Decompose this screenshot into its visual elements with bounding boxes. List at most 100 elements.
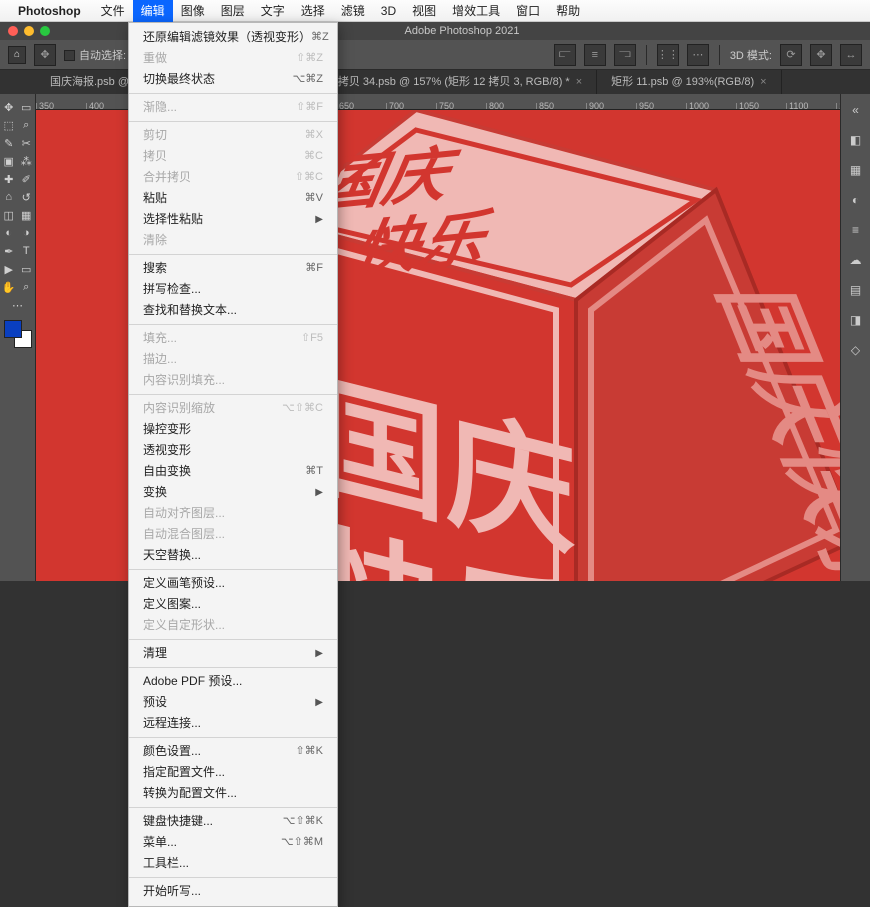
eraser-tool-icon[interactable]: ◫ <box>0 206 18 224</box>
menu-type[interactable]: 文字 <box>253 0 293 22</box>
adjustments-panel-icon[interactable]: ◐ <box>846 190 866 210</box>
menu-plugins[interactable]: 增效工具 <box>444 0 508 22</box>
menu-filter[interactable]: 滤镜 <box>333 0 373 22</box>
app-name[interactable]: Photoshop <box>18 4 81 18</box>
swatches-panel-icon[interactable]: ▦ <box>846 160 866 180</box>
menu-item-label: 工具栏... <box>143 855 189 872</box>
expand-panels-icon[interactable]: « <box>846 100 866 120</box>
menu-item[interactable]: 查找和替换文本... <box>129 300 337 321</box>
menu-item[interactable]: 透视变形 <box>129 440 337 461</box>
color-panel-icon[interactable]: ◧ <box>846 130 866 150</box>
properties-panel-icon[interactable]: ≡ <box>846 220 866 240</box>
menu-item[interactable]: Adobe PDF 预设... <box>129 671 337 692</box>
zoom-tool-icon[interactable]: ⌕ <box>18 278 36 296</box>
more-align-icon[interactable]: ⋯ <box>687 44 709 66</box>
align-right-icon[interactable]: ⫎ <box>614 44 636 66</box>
move-tool-preset-icon[interactable]: ✥ <box>34 44 56 66</box>
layers-panel-icon[interactable]: ▤ <box>846 280 866 300</box>
type-tool-icon[interactable]: T <box>18 242 36 260</box>
menu-item[interactable]: 键盘快捷键...⌥⇧⌘K <box>129 811 337 832</box>
dodge-tool-icon[interactable]: ◑ <box>18 224 36 242</box>
menu-select[interactable]: 选择 <box>293 0 333 22</box>
crop-tool-icon[interactable]: ✂ <box>18 134 36 152</box>
menu-item[interactable]: 定义图案... <box>129 594 337 615</box>
menu-item-label: 自动对齐图层... <box>143 505 225 522</box>
menu-item[interactable]: 操控变形 <box>129 419 337 440</box>
move-tool-icon[interactable]: ✥ <box>0 98 18 116</box>
menu-item[interactable]: 菜单...⌥⇧⌘M <box>129 832 337 853</box>
menu-item[interactable]: 指定配置文件... <box>129 762 337 783</box>
menu-item[interactable]: 预设▶ <box>129 692 337 713</box>
menu-image[interactable]: 图像 <box>173 0 213 22</box>
slide-3d-icon[interactable]: ↔ <box>840 44 862 66</box>
healing-tool-icon[interactable]: ✚ <box>0 170 18 188</box>
menu-item-label: 内容识别缩放 <box>143 400 215 417</box>
menu-item[interactable]: 开始听写... <box>129 881 337 902</box>
frame-tool-icon[interactable]: ▣ <box>0 152 18 170</box>
orbit-3d-icon[interactable]: ⟳ <box>780 44 802 66</box>
channels-panel-icon[interactable]: ◨ <box>846 310 866 330</box>
menu-item[interactable]: 自由变换⌘T <box>129 461 337 482</box>
menu-separator <box>129 569 337 570</box>
distribute-icon[interactable]: ⋮⋮ <box>657 44 679 66</box>
menu-item-label: 内容识别填充... <box>143 372 225 389</box>
menu-item[interactable]: 切换最终状态⌥⌘Z <box>129 69 337 90</box>
menu-edit[interactable]: 编辑 <box>133 0 173 22</box>
zoom-window-icon[interactable] <box>40 26 50 36</box>
menu-window[interactable]: 窗口 <box>508 0 548 22</box>
menu-item[interactable]: 天空替换... <box>129 545 337 566</box>
mode-3d-label: 3D 模式: <box>730 47 772 63</box>
menu-item[interactable]: 远程连接... <box>129 713 337 734</box>
menu-layer[interactable]: 图层 <box>213 0 253 22</box>
menu-item[interactable]: 选择性粘贴▶ <box>129 209 337 230</box>
stamp-tool-icon[interactable]: ⌂ <box>0 188 18 206</box>
menu-item[interactable]: 定义画笔预设... <box>129 573 337 594</box>
home-icon[interactable]: ⌂ <box>8 46 26 64</box>
close-tab-icon[interactable]: × <box>760 76 766 88</box>
menu-file[interactable]: 文件 <box>93 0 133 22</box>
auto-select-checkbox[interactable]: 自动选择: <box>64 47 126 63</box>
minimize-window-icon[interactable] <box>24 26 34 36</box>
shape-tool-icon[interactable]: ▭ <box>18 260 36 278</box>
blur-tool-icon[interactable]: ◐ <box>0 224 18 242</box>
menu-item: 填充...⇧F5 <box>129 328 337 349</box>
brush-tool-icon[interactable]: ✐ <box>18 170 36 188</box>
menu-item[interactable]: 转换为配置文件... <box>129 783 337 804</box>
menu-help[interactable]: 帮助 <box>548 0 588 22</box>
align-left-icon[interactable]: ⫍ <box>554 44 576 66</box>
menu-shortcut: ⌘C <box>304 148 323 165</box>
foreground-color-swatch[interactable] <box>4 320 22 338</box>
eyedropper-tool-icon[interactable]: ⁂ <box>18 152 36 170</box>
libraries-panel-icon[interactable]: ☁ <box>846 250 866 270</box>
artboard-tool-icon[interactable]: ▭ <box>18 98 36 116</box>
gradient-tool-icon[interactable]: ▦ <box>18 206 36 224</box>
menu-item-label: 转换为配置文件... <box>143 785 237 802</box>
lasso-tool-icon[interactable]: ⌕ <box>18 116 36 134</box>
history-brush-icon[interactable]: ↺ <box>18 188 36 206</box>
menu-item[interactable]: 还原编辑滤镜效果（透视变形）⌘Z <box>129 27 337 48</box>
menu-item[interactable]: 变换▶ <box>129 482 337 503</box>
close-window-icon[interactable] <box>8 26 18 36</box>
pan-3d-icon[interactable]: ✥ <box>810 44 832 66</box>
paths-panel-icon[interactable]: ◇ <box>846 340 866 360</box>
align-center-icon[interactable]: ≡ <box>584 44 606 66</box>
close-tab-icon[interactable]: × <box>576 76 582 88</box>
menu-item[interactable]: 拼写检查... <box>129 279 337 300</box>
quick-select-tool-icon[interactable]: ✎ <box>0 134 18 152</box>
document-tab[interactable]: 矩形 11.psb @ 193%(RGB/8)× <box>597 70 781 94</box>
menu-item-label: 操控变形 <box>143 421 191 438</box>
path-select-icon[interactable]: ▶ <box>0 260 18 278</box>
menu-item[interactable]: 工具栏... <box>129 853 337 874</box>
menu-item[interactable]: 清理▶ <box>129 643 337 664</box>
menu-item[interactable]: 搜索⌘F <box>129 258 337 279</box>
pen-tool-icon[interactable]: ✒ <box>0 242 18 260</box>
menu-item[interactable]: 粘贴⌘V <box>129 188 337 209</box>
menu-view[interactable]: 视图 <box>404 0 444 22</box>
divider <box>646 45 647 65</box>
hand-tool-icon[interactable]: ✋ <box>0 278 18 296</box>
color-swatches[interactable] <box>4 320 32 348</box>
menu-3d[interactable]: 3D <box>373 0 404 22</box>
edit-toolbar-icon[interactable]: ⋯ <box>0 296 35 314</box>
marquee-tool-icon[interactable]: ⬚ <box>0 116 18 134</box>
menu-item[interactable]: 颜色设置...⇧⌘K <box>129 741 337 762</box>
